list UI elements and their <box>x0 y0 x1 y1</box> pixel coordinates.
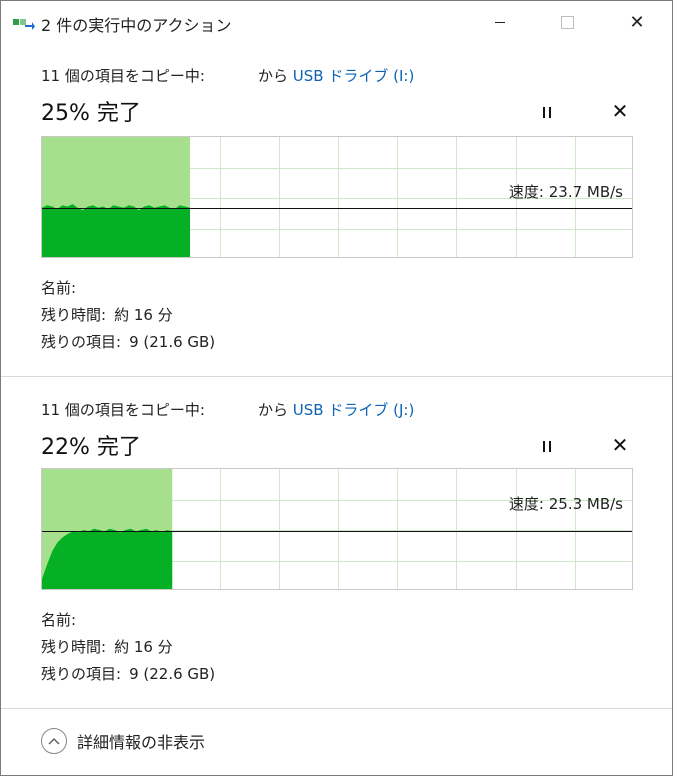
from-label: から <box>258 67 289 85</box>
cancel-button[interactable]: ✕ <box>608 99 632 123</box>
percent-complete: 25% 完了 <box>41 101 141 126</box>
items-remaining-row: 残りの項目: 9 (22.6 GB) <box>41 663 215 684</box>
copy-destination: から USB ドライブ (I:) <box>258 65 414 86</box>
speed-label: 速度: 23.7 MB/s <box>508 183 623 201</box>
speed-graph: 速度: 23.7 MB/s <box>41 136 633 258</box>
copy-progress-dialog: 2 件の実行中のアクション ✕ 11 個の項目をコピー中: から USB ドライ… <box>0 0 673 776</box>
destination-link[interactable]: USB ドライブ (J:) <box>293 401 415 419</box>
copy-operation-1: 11 個の項目をコピー中: から USB ドライブ (I:) 25% 完了 ✕ … <box>1 43 672 376</box>
time-remaining-row: 残り時間: 約 16 分 <box>41 304 173 325</box>
speed-label: 速度: 25.3 MB/s <box>508 495 623 513</box>
footer: 詳細情報の非表示 <box>1 709 672 775</box>
copy-operation-2: 11 個の項目をコピー中: から USB ドライブ (J:) 22% 完了 ✕ … <box>1 377 672 708</box>
name-row: 名前: <box>41 609 84 630</box>
items-remaining-label: 残りの項目: <box>41 333 122 351</box>
items-remaining-row: 残りの項目: 9 (21.6 GB) <box>41 331 215 352</box>
time-remaining-value: 約 16 分 <box>114 638 173 656</box>
speed-graph: 速度: 25.3 MB/s <box>41 468 633 590</box>
copy-arrow-icon <box>13 15 35 30</box>
percent-complete: 22% 完了 <box>41 435 141 460</box>
hide-details-button[interactable]: 詳細情報の非表示 <box>41 728 205 754</box>
time-remaining-label: 残り時間: <box>41 306 107 324</box>
cancel-button[interactable]: ✕ <box>608 433 632 457</box>
copy-status-text: 11 個の項目をコピー中: <box>41 67 205 85</box>
maximize-button[interactable] <box>544 1 590 43</box>
name-label: 名前: <box>41 611 77 629</box>
minimize-button[interactable] <box>477 1 523 43</box>
close-icon: ✕ <box>629 11 645 33</box>
time-remaining-label: 残り時間: <box>41 638 107 656</box>
chevron-up-icon <box>41 728 67 754</box>
destination-link[interactable]: USB ドライブ (I:) <box>293 67 415 85</box>
copy-destination: から USB ドライブ (J:) <box>258 399 414 420</box>
speed-area <box>42 204 190 257</box>
minimize-icon <box>495 21 505 23</box>
items-remaining-label: 残りの項目: <box>41 665 122 683</box>
items-remaining-value: 9 (21.6 GB) <box>129 333 216 351</box>
window-title: 2 件の実行中のアクション <box>41 16 232 35</box>
title-bar[interactable]: 2 件の実行中のアクション ✕ <box>1 1 672 43</box>
speed-graph-svg <box>42 469 632 589</box>
name-row: 名前: <box>41 277 84 298</box>
time-remaining-row: 残り時間: 約 16 分 <box>41 636 173 657</box>
from-label: から <box>258 401 289 419</box>
pause-icon <box>543 440 545 452</box>
maximize-icon <box>560 15 574 29</box>
name-label: 名前: <box>41 279 77 297</box>
time-remaining-value: 約 16 分 <box>114 306 173 324</box>
pause-button[interactable] <box>537 103 557 121</box>
copy-status-text: 11 個の項目をコピー中: <box>41 401 205 419</box>
pause-button[interactable] <box>537 437 557 455</box>
items-remaining-value: 9 (22.6 GB) <box>129 665 216 683</box>
hide-details-label: 詳細情報の非表示 <box>77 733 206 752</box>
close-button[interactable]: ✕ <box>614 1 660 43</box>
pause-icon <box>543 106 545 118</box>
